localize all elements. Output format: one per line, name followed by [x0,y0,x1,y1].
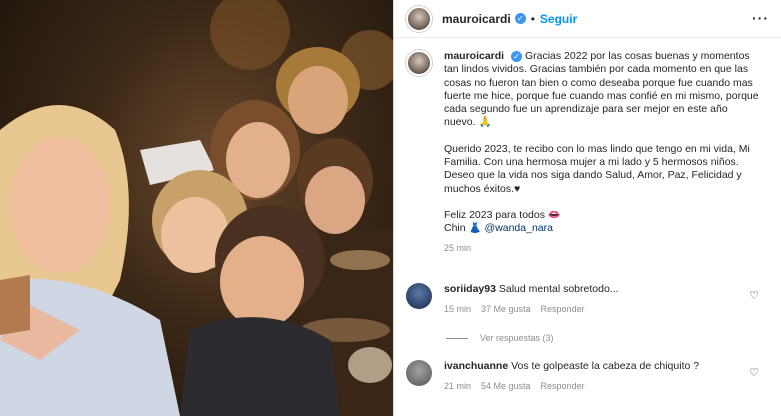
author-username[interactable]: mauroicardi [442,12,511,26]
heart-icon[interactable]: ♡ [749,289,759,302]
comment-time: 21 min [444,381,472,391]
caption-username[interactable]: mauroicardi [444,50,504,62]
comment-text: Salud mental sobretodo... [498,283,619,295]
caption-verified-icon: ✓ [511,51,523,62]
reply-button[interactable]: Responder [541,303,585,316]
commenter-username[interactable]: soriiday93 [444,283,496,295]
family-selfie-image [0,0,393,416]
caption-avatar[interactable] [406,50,432,76]
comment-body: ivanchuanne Vos te golpeaste la cabeza d… [444,360,734,393]
caption-paragraph-3: Feliz 2023 para todos 👄 [444,208,561,221]
comment-likes[interactable]: 37 Me gusta [481,303,531,316]
header-separator: • [530,11,535,26]
post-caption: mauroicardi ✓ Gracias 2022 por las cosas… [406,50,771,255]
more-options-icon[interactable]: ··· [752,10,769,26]
author-avatar[interactable] [406,5,432,32]
comment-meta: 15 min 37 Me gusta Responder [444,303,734,316]
mention-link[interactable]: @wanda_nara [485,222,553,234]
replies-line [446,337,468,339]
caption-timestamp: 25 min [444,242,472,253]
caption-paragraph-4: Chin 👗 [444,222,482,235]
heart-icon[interactable]: ♡ [749,366,759,379]
caption-paragraph-2: Querido 2023, te recibo con lo mas lindo… [444,142,750,195]
post-photo[interactable] [0,0,393,416]
follow-button[interactable]: Seguir [540,12,577,26]
comment-body: soriiday93 Salud mental sobretodo... 15 … [444,283,734,316]
comment-item: ivanchuanne Vos te golpeaste la cabeza d… [406,360,771,393]
commenter-avatar[interactable] [406,283,432,309]
view-replies-label: Ver respuestas (3) [480,333,554,343]
comment-item: soriiday93 Salud mental sobretodo... 15 … [406,283,771,316]
post-side-panel: mauroicardi ✓ • Seguir ··· mauroicardi ✓… [394,0,781,416]
commenter-avatar[interactable] [406,360,432,386]
comment-likes[interactable]: 54 Me gusta [481,380,531,393]
post-header: mauroicardi ✓ • Seguir ··· [394,0,781,38]
verified-badge-icon: ✓ [514,13,526,24]
comment-text: Vos te golpeaste la cabeza de chiquito ? [511,360,700,372]
comment-meta: 21 min 54 Me gusta Responder [444,380,734,393]
commenter-username[interactable]: ivanchuanne [444,360,508,372]
reply-button[interactable]: Responder [541,380,585,393]
caption-text: mauroicardi ✓ Gracias 2022 por las cosas… [444,50,762,255]
view-replies-link[interactable]: Ver respuestas (3) [446,333,554,343]
comment-time: 15 min [444,304,472,314]
